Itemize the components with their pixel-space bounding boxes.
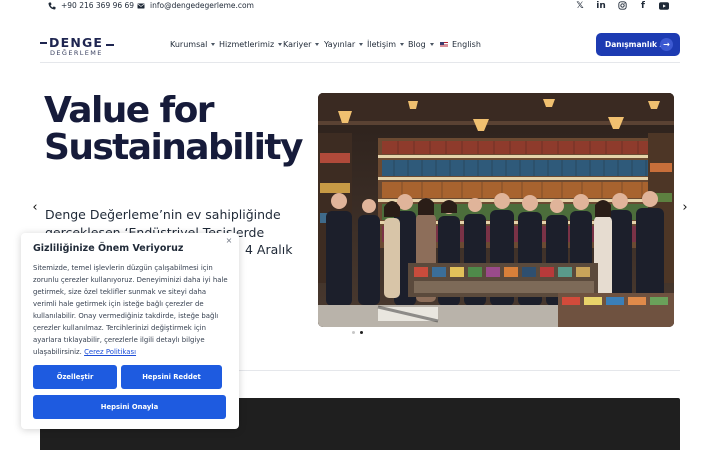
- reject-all-button[interactable]: Hepsini Reddet: [121, 365, 222, 389]
- top-bar: +90 216 369 96 69 info@dengedegerleme.co…: [0, 0, 720, 12]
- nav-item-blog[interactable]: Blog: [408, 40, 434, 49]
- carousel-next-button[interactable]: ›: [678, 199, 692, 215]
- hero-slide-image: [318, 93, 674, 327]
- nav-label: Kariyer: [283, 40, 312, 49]
- chevron-down-icon: [429, 43, 434, 46]
- phone-number: +90 216 369 96 69: [61, 1, 135, 10]
- hero-title-line2: Sustainability: [44, 127, 303, 168]
- logo-sub-text: DEĞERLEME: [50, 49, 103, 57]
- arrow-right-icon: →: [660, 38, 673, 51]
- youtube-icon[interactable]: [659, 1, 669, 11]
- chevron-down-icon: [211, 43, 216, 46]
- instagram-icon[interactable]: [617, 1, 627, 11]
- nav-divider: [40, 62, 680, 63]
- cookie-consent-dialog: × Gizliliğinize Önem Veriyoruz Sitemizde…: [21, 233, 239, 429]
- facebook-icon[interactable]: f: [638, 1, 648, 11]
- nav-item-hizmetlerimiz[interactable]: Hizmetlerimiz: [219, 40, 283, 49]
- accept-all-button[interactable]: Hepsini Onayla: [33, 395, 226, 419]
- nav-label: Hizmetlerimiz: [219, 40, 275, 49]
- nav-item-iletisim[interactable]: İletişim: [367, 40, 405, 49]
- chevron-down-icon: [278, 43, 283, 46]
- nav-item-kurumsal[interactable]: Kurumsal: [170, 40, 216, 49]
- nav-label: İletişim: [367, 40, 397, 49]
- chevron-left-icon: ‹: [32, 199, 38, 215]
- chevron-down-icon: [400, 43, 405, 46]
- nav-label: Kurumsal: [170, 40, 208, 49]
- hero-title: Value for Sustainability: [44, 92, 304, 166]
- carousel-dot-1[interactable]: [352, 331, 355, 334]
- envelope-icon: [137, 3, 145, 8]
- email-address: info@dengedegerleme.com: [150, 1, 254, 10]
- carousel-dot-2[interactable]: [360, 331, 363, 334]
- x-icon[interactable]: 𝕏: [575, 1, 585, 11]
- carousel-pagination: [352, 331, 363, 334]
- phone-contact[interactable]: +90 216 369 96 69: [48, 0, 134, 11]
- language-switcher[interactable]: English: [440, 40, 481, 49]
- cookie-title: Gizliliğinize Önem Veriyoruz: [33, 243, 184, 254]
- danismanlik-ai-button[interactable]: Danışmanlık AI →: [596, 33, 680, 56]
- customize-button[interactable]: Özelleştir: [33, 365, 117, 389]
- carousel-prev-button[interactable]: ‹: [28, 199, 42, 215]
- chevron-down-icon: [315, 43, 320, 46]
- cta-label: Danışmanlık AI: [605, 40, 669, 49]
- email-contact[interactable]: info@dengedegerleme.com: [137, 0, 254, 11]
- us-flag-icon: [440, 41, 448, 48]
- nav-item-yayinlar[interactable]: Yayınlar: [324, 40, 364, 49]
- language-label: English: [452, 40, 481, 49]
- close-icon[interactable]: ×: [225, 236, 233, 245]
- logo-dash-right: [106, 44, 114, 46]
- logo-main-text: DENGE: [49, 35, 104, 50]
- nav-item-kariyer[interactable]: Kariyer: [283, 40, 320, 49]
- chevron-down-icon: [359, 43, 364, 46]
- logo-dash-left: [40, 42, 47, 44]
- chevron-right-icon: ›: [682, 199, 688, 215]
- phone-icon: [48, 2, 56, 9]
- cookie-policy-link[interactable]: Çerez Politikası: [84, 348, 136, 356]
- hero-description-date: 4 Aralık: [245, 242, 293, 257]
- nav-label: Blog: [408, 40, 426, 49]
- site-logo[interactable]: DENGE DEĞERLEME: [40, 35, 114, 57]
- linkedin-icon[interactable]: in: [596, 1, 606, 11]
- hero-title-line1: Value for: [44, 90, 214, 131]
- group-photo-illustration: [318, 93, 674, 327]
- main-navigation: DENGE DEĞERLEME Kurumsal Hizmetlerimiz K…: [0, 29, 720, 63]
- nav-label: Yayınlar: [324, 40, 356, 49]
- cookie-body-text: Sitemizde, temel işlevlerin düzgün çalış…: [33, 264, 228, 356]
- cookie-description: Sitemizde, temel işlevlerin düzgün çalış…: [33, 262, 229, 358]
